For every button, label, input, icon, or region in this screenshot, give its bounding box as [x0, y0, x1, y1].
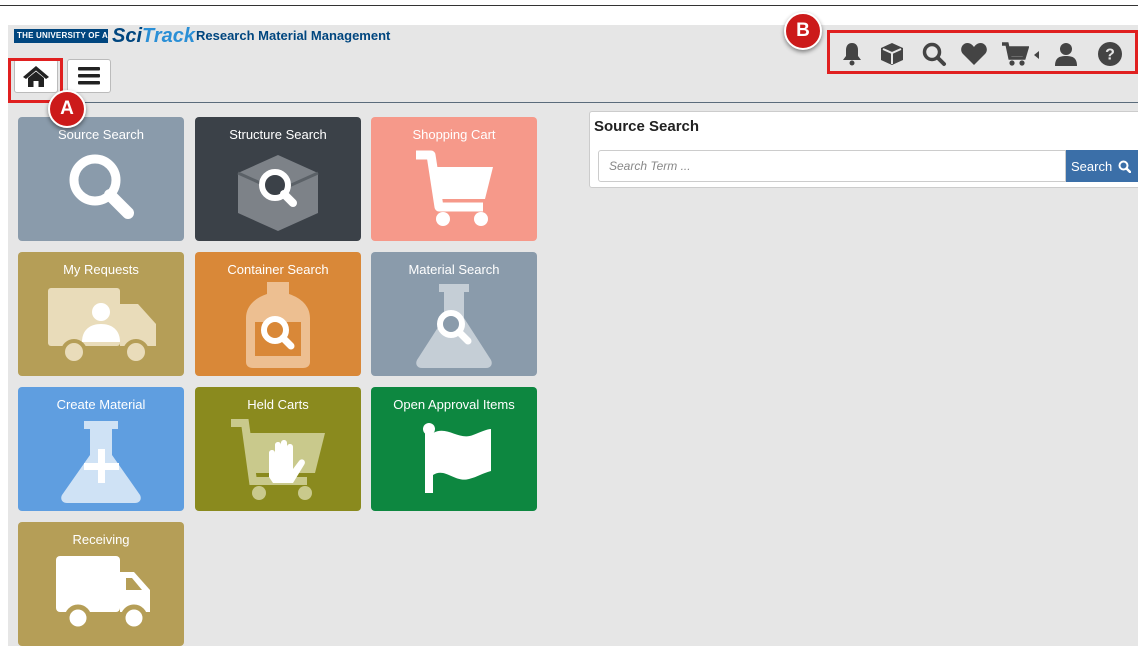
tile-container-search[interactable]: Container Search — [195, 252, 361, 376]
tile-label: Receiving — [72, 532, 130, 547]
brand-sci: Sci — [112, 25, 143, 47]
tile-label: My Requests — [63, 262, 139, 277]
header-divider — [8, 102, 1138, 103]
tile-label: Structure Search — [229, 127, 327, 142]
callout-badge-a: A — [48, 90, 86, 128]
app-window: THE UNIVERSITY OF AUCKLAND SciTrack Rese… — [8, 25, 1138, 646]
hamburger-menu-icon — [78, 67, 100, 85]
tile-label: Held Carts — [247, 397, 309, 412]
tile-label: Shopping Cart — [412, 127, 496, 142]
callout-badge-b: B — [784, 12, 822, 50]
tile-label: Open Approval Items — [393, 397, 515, 412]
tile-held-carts[interactable]: Held Carts — [195, 387, 361, 511]
tile-my-requests[interactable]: My Requests — [18, 252, 184, 376]
tile-create-material[interactable]: Create Material — [18, 387, 184, 511]
search-icon — [1118, 160, 1132, 173]
tile-label: Material Search — [408, 262, 500, 277]
top-border — [0, 5, 1138, 6]
tile-open-approval-items[interactable]: Open Approval Items — [371, 387, 537, 511]
tile-label: Create Material — [56, 397, 146, 412]
tile-receiving[interactable]: Receiving — [18, 522, 184, 646]
app-brand[interactable]: SciTrack — [112, 25, 195, 48]
tile-source-search[interactable]: Source Search — [18, 117, 184, 241]
app-tagline: Research Material Management — [196, 28, 391, 43]
panel-title: Source Search — [594, 118, 700, 135]
tile-label: Source Search — [58, 127, 144, 142]
tile-material-search[interactable]: Material Search — [371, 252, 537, 376]
tile-label: Container Search — [227, 262, 329, 277]
search-button[interactable]: Search — [1066, 150, 1138, 182]
university-logo: THE UNIVERSITY OF AUCKLAND — [14, 29, 108, 43]
highlight-box-b — [827, 30, 1138, 74]
tile-structure-search[interactable]: Structure Search — [195, 117, 361, 241]
source-search-panel: Source Search Search — [589, 111, 1138, 188]
search-button-label: Search — [1071, 158, 1113, 174]
tile-shopping-cart[interactable]: Shopping Cart — [371, 117, 537, 241]
menu-button[interactable] — [67, 59, 111, 93]
brand-track: Track — [142, 25, 196, 47]
search-input[interactable] — [598, 150, 1066, 182]
